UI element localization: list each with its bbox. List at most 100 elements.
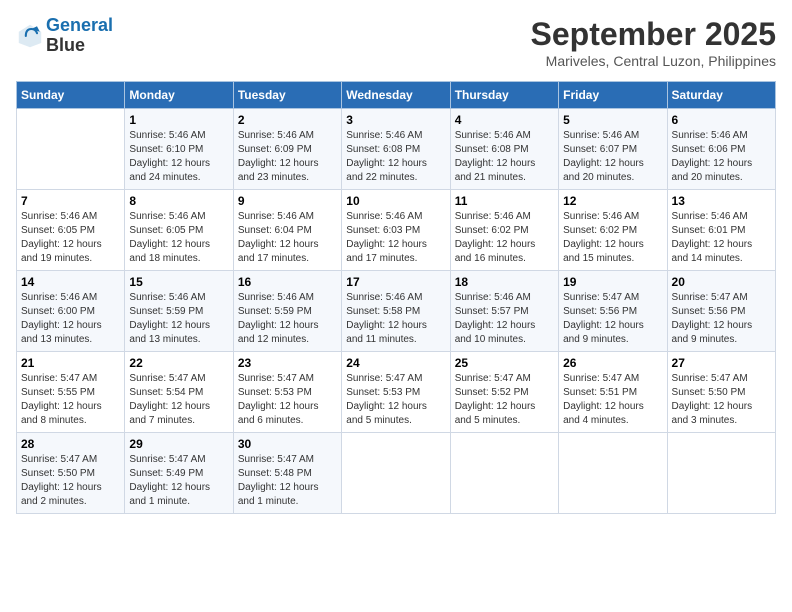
day-number: 9 xyxy=(238,194,337,208)
calendar-cell: 19 Sunrise: 5:47 AM Sunset: 5:56 PM Dayli… xyxy=(559,271,667,352)
calendar-week-row: 28 Sunrise: 5:47 AM Sunset: 5:50 PM Dayli… xyxy=(17,433,776,514)
month-title: September 2025 xyxy=(531,16,776,53)
weekday-header: Friday xyxy=(559,82,667,109)
calendar-cell: 10 Sunrise: 5:46 AM Sunset: 6:03 PM Dayli… xyxy=(342,190,450,271)
calendar-cell: 4Sunrise: 5:46 AM Sunset: 6:08 PM Daylig… xyxy=(450,109,558,190)
logo: General Blue xyxy=(16,16,113,56)
day-number: 24 xyxy=(346,356,445,370)
calendar-cell: 9Sunrise: 5:46 AM Sunset: 6:04 PM Daylig… xyxy=(233,190,341,271)
day-detail: Sunrise: 5:46 AM Sunset: 6:09 PM Dayligh… xyxy=(238,129,337,185)
weekday-header: Sunday xyxy=(17,82,125,109)
day-detail: Sunrise: 5:47 AM Sunset: 5:56 PM Dayligh… xyxy=(563,291,662,347)
day-detail: Sunrise: 5:47 AM Sunset: 5:53 PM Dayligh… xyxy=(346,372,445,428)
day-number: 7 xyxy=(21,194,120,208)
day-number: 5 xyxy=(563,113,662,127)
day-detail: Sunrise: 5:46 AM Sunset: 6:02 PM Dayligh… xyxy=(455,210,554,266)
logo-icon xyxy=(16,22,44,50)
day-number: 16 xyxy=(238,275,337,289)
page-header: General Blue September 2025 Mariveles, C… xyxy=(16,16,776,69)
calendar-cell: 13 Sunrise: 5:46 AM Sunset: 6:01 PM Dayli… xyxy=(667,190,775,271)
calendar-cell: 2 Sunrise: 5:46 AM Sunset: 6:09 PM Daylig… xyxy=(233,109,341,190)
weekday-header-row: SundayMondayTuesdayWednesdayThursdayFrid… xyxy=(17,82,776,109)
day-detail: Sunrise: 5:47 AM Sunset: 5:48 PM Dayligh… xyxy=(238,453,337,509)
day-number: 18 xyxy=(455,275,554,289)
day-detail: Sunrise: 5:47 AM Sunset: 5:53 PM Dayligh… xyxy=(238,372,337,428)
calendar-cell: 21Sunrise: 5:47 AM Sunset: 5:55 PM Dayli… xyxy=(17,352,125,433)
day-number: 2 xyxy=(238,113,337,127)
calendar-cell: 29Sunrise: 5:47 AM Sunset: 5:49 PM Dayli… xyxy=(125,433,233,514)
day-number: 30 xyxy=(238,437,337,451)
day-number: 28 xyxy=(21,437,120,451)
logo-text: General Blue xyxy=(46,16,113,56)
day-number: 22 xyxy=(129,356,228,370)
calendar-week-row: 14 Sunrise: 5:46 AM Sunset: 6:00 PM Dayli… xyxy=(17,271,776,352)
day-number: 4 xyxy=(455,113,554,127)
day-detail: Sunrise: 5:46 AM Sunset: 5:59 PM Dayligh… xyxy=(238,291,337,347)
day-number: 13 xyxy=(672,194,771,208)
day-number: 15 xyxy=(129,275,228,289)
calendar-cell: 24 Sunrise: 5:47 AM Sunset: 5:53 PM Dayli… xyxy=(342,352,450,433)
calendar-cell: 11 Sunrise: 5:46 AM Sunset: 6:02 PM Dayli… xyxy=(450,190,558,271)
calendar-cell: 3 Sunrise: 5:46 AM Sunset: 6:08 PM Daylig… xyxy=(342,109,450,190)
calendar-cell: 12 Sunrise: 5:46 AM Sunset: 6:02 PM Dayli… xyxy=(559,190,667,271)
day-detail: Sunrise: 5:46 AM Sunset: 6:08 PM Dayligh… xyxy=(346,129,445,185)
calendar-cell: 25 Sunrise: 5:47 AM Sunset: 5:52 PM Dayli… xyxy=(450,352,558,433)
day-detail: Sunrise: 5:46 AM Sunset: 6:05 PM Dayligh… xyxy=(129,210,228,266)
weekday-header: Wednesday xyxy=(342,82,450,109)
calendar-cell xyxy=(342,433,450,514)
day-detail: Sunrise: 5:46 AM Sunset: 6:01 PM Dayligh… xyxy=(672,210,771,266)
day-detail: Sunrise: 5:47 AM Sunset: 5:52 PM Dayligh… xyxy=(455,372,554,428)
calendar-cell xyxy=(667,433,775,514)
weekday-header: Thursday xyxy=(450,82,558,109)
day-detail: Sunrise: 5:46 AM Sunset: 6:00 PM Dayligh… xyxy=(21,291,120,347)
calendar-cell: 28 Sunrise: 5:47 AM Sunset: 5:50 PM Dayli… xyxy=(17,433,125,514)
calendar-cell: 22Sunrise: 5:47 AM Sunset: 5:54 PM Dayli… xyxy=(125,352,233,433)
calendar-cell xyxy=(450,433,558,514)
day-detail: Sunrise: 5:46 AM Sunset: 6:05 PM Dayligh… xyxy=(21,210,120,266)
day-number: 10 xyxy=(346,194,445,208)
day-number: 25 xyxy=(455,356,554,370)
day-detail: Sunrise: 5:46 AM Sunset: 6:03 PM Dayligh… xyxy=(346,210,445,266)
weekday-header: Saturday xyxy=(667,82,775,109)
day-detail: Sunrise: 5:47 AM Sunset: 5:55 PM Dayligh… xyxy=(21,372,120,428)
day-detail: Sunrise: 5:47 AM Sunset: 5:56 PM Dayligh… xyxy=(672,291,771,347)
title-block: September 2025 Mariveles, Central Luzon,… xyxy=(531,16,776,69)
day-number: 27 xyxy=(672,356,771,370)
calendar-cell: 5 Sunrise: 5:46 AM Sunset: 6:07 PM Daylig… xyxy=(559,109,667,190)
day-number: 14 xyxy=(21,275,120,289)
calendar-cell: 15 Sunrise: 5:46 AM Sunset: 5:59 PM Dayli… xyxy=(125,271,233,352)
calendar-cell: 14 Sunrise: 5:46 AM Sunset: 6:00 PM Dayli… xyxy=(17,271,125,352)
day-number: 3 xyxy=(346,113,445,127)
day-detail: Sunrise: 5:46 AM Sunset: 5:58 PM Dayligh… xyxy=(346,291,445,347)
calendar-week-row: 21Sunrise: 5:47 AM Sunset: 5:55 PM Dayli… xyxy=(17,352,776,433)
calendar-cell: 27 Sunrise: 5:47 AM Sunset: 5:50 PM Dayli… xyxy=(667,352,775,433)
day-detail: Sunrise: 5:47 AM Sunset: 5:49 PM Dayligh… xyxy=(129,453,228,509)
calendar-cell xyxy=(559,433,667,514)
day-number: 12 xyxy=(563,194,662,208)
day-number: 6 xyxy=(672,113,771,127)
day-detail: Sunrise: 5:46 AM Sunset: 6:10 PM Dayligh… xyxy=(129,129,228,185)
weekday-header: Monday xyxy=(125,82,233,109)
calendar-cell: 30 Sunrise: 5:47 AM Sunset: 5:48 PM Dayli… xyxy=(233,433,341,514)
day-number: 11 xyxy=(455,194,554,208)
weekday-header: Tuesday xyxy=(233,82,341,109)
calendar-cell: 18 Sunrise: 5:46 AM Sunset: 5:57 PM Dayli… xyxy=(450,271,558,352)
calendar-cell: 8 Sunrise: 5:46 AM Sunset: 6:05 PM Daylig… xyxy=(125,190,233,271)
day-detail: Sunrise: 5:46 AM Sunset: 6:07 PM Dayligh… xyxy=(563,129,662,185)
calendar-cell: 1 Sunrise: 5:46 AM Sunset: 6:10 PM Daylig… xyxy=(125,109,233,190)
day-detail: Sunrise: 5:47 AM Sunset: 5:50 PM Dayligh… xyxy=(672,372,771,428)
day-number: 19 xyxy=(563,275,662,289)
day-number: 20 xyxy=(672,275,771,289)
calendar-cell: 26Sunrise: 5:47 AM Sunset: 5:51 PM Dayli… xyxy=(559,352,667,433)
day-detail: Sunrise: 5:46 AM Sunset: 5:57 PM Dayligh… xyxy=(455,291,554,347)
calendar-table: SundayMondayTuesdayWednesdayThursdayFrid… xyxy=(16,81,776,514)
day-detail: Sunrise: 5:46 AM Sunset: 5:59 PM Dayligh… xyxy=(129,291,228,347)
day-number: 8 xyxy=(129,194,228,208)
day-number: 1 xyxy=(129,113,228,127)
calendar-cell xyxy=(17,109,125,190)
day-detail: Sunrise: 5:47 AM Sunset: 5:50 PM Dayligh… xyxy=(21,453,120,509)
calendar-cell: 20 Sunrise: 5:47 AM Sunset: 5:56 PM Dayli… xyxy=(667,271,775,352)
day-detail: Sunrise: 5:46 AM Sunset: 6:02 PM Dayligh… xyxy=(563,210,662,266)
day-detail: Sunrise: 5:46 AM Sunset: 6:06 PM Dayligh… xyxy=(672,129,771,185)
day-number: 17 xyxy=(346,275,445,289)
